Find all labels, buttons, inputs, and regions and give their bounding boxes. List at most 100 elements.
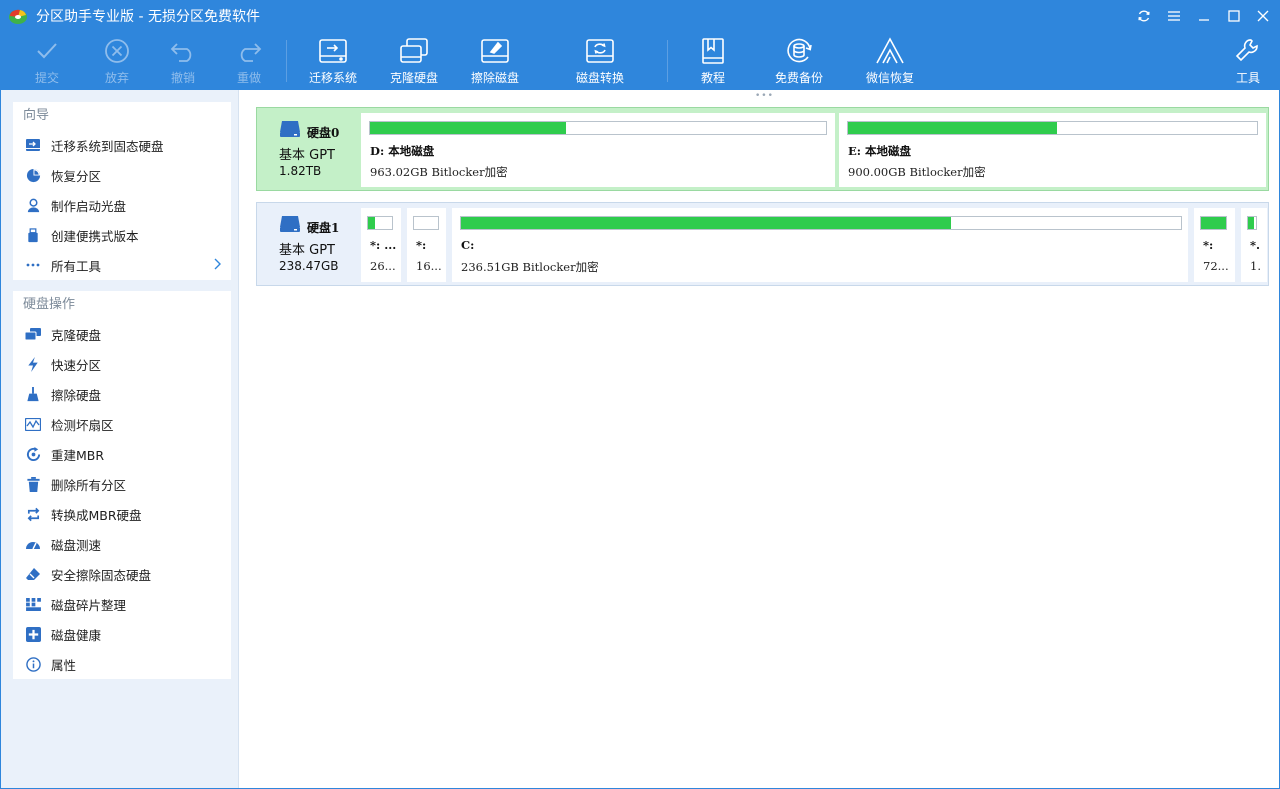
sidebar-item-secure-erase-ssd[interactable]: 安全擦除固态硬盘 <box>13 559 231 589</box>
usage-fill <box>461 217 951 229</box>
close-button[interactable] <box>1250 4 1276 28</box>
submit-button[interactable]: 提交 <box>30 36 64 88</box>
refresh-button[interactable] <box>1131 4 1157 28</box>
sidebar-item-all-tools[interactable]: 所有工具 <box>13 250 231 280</box>
wizard-panel: 向导 迁移系统到固态硬盘 恢复分区 制作启动光盘 创建便携式版本 所有工具 <box>13 102 231 280</box>
cancel-circle-icon <box>105 39 129 63</box>
disk-info: 硬盘1 基本 GPT 238.47GB <box>257 203 361 285</box>
usage-bar <box>413 216 439 230</box>
partition-recovery-1[interactable]: *: 72... <box>1194 208 1235 282</box>
sidebar-item-label: 恢复分区 <box>51 168 102 184</box>
info-icon <box>25 656 41 672</box>
wechat-label: 微信恢复 <box>865 71 914 85</box>
minimize-icon <box>1199 19 1209 21</box>
disk-type: 基本 GPT <box>279 148 335 163</box>
sidebar-item-rebuild-mbr[interactable]: 重建MBR <box>13 439 231 469</box>
close-icon <box>1257 10 1269 22</box>
maximize-button[interactable] <box>1221 4 1247 28</box>
clone-label: 克隆硬盘 <box>389 71 438 85</box>
sidebar-item-defragment[interactable]: 磁盘碎片整理 <box>13 589 231 619</box>
broom-icon <box>27 386 39 401</box>
rebuild-icon <box>26 446 40 461</box>
hard-disk-icon <box>280 121 300 137</box>
redo-button[interactable]: 重做 <box>232 36 266 88</box>
discard-button[interactable]: 放弃 <box>100 36 134 88</box>
sidebar-item-label: 属性 <box>51 657 77 673</box>
partition-system-1[interactable]: *: ... 26... <box>361 208 401 282</box>
discard-label: 放弃 <box>104 71 129 85</box>
disk-row-0[interactable]: 硬盘0 基本 GPT 1.82TB D: 本地磁盘 963.02GB Bitlo… <box>256 107 1269 191</box>
sidebar-item-wipe-disk[interactable]: 擦除硬盘 <box>13 379 231 409</box>
clone-disk-icon <box>25 327 41 340</box>
refresh-icon <box>1138 10 1150 22</box>
sidebar-item-label: 制作启动光盘 <box>51 198 127 214</box>
tools-button[interactable]: 工具 <box>1234 36 1262 88</box>
pie-icon <box>26 168 40 182</box>
sidebar-item-recover-partition[interactable]: 恢复分区 <box>13 160 231 190</box>
disk-convert-button[interactable]: 磁盘转换 <box>572 36 628 88</box>
usage-fill <box>848 122 1057 134</box>
migrate-os-button[interactable]: 迁移系统 <box>305 36 361 88</box>
partition-info: 236.51GB Bitlocker加密 <box>461 260 599 274</box>
sidebar-item-label: 擦除硬盘 <box>51 387 102 403</box>
partition-recovery-2[interactable]: *. 1. <box>1241 208 1267 282</box>
partition-c[interactable]: C: 236.51GB Bitlocker加密 <box>452 208 1188 282</box>
partition-e[interactable]: E: 本地磁盘 900.00GB Bitlocker加密 <box>839 113 1266 187</box>
sidebar-item-label: 删除所有分区 <box>51 477 127 493</box>
wechat-recovery-button[interactable]: 微信恢复 <box>862 36 918 88</box>
menu-icon <box>1168 11 1180 21</box>
undo-icon <box>170 43 192 62</box>
resize-grip[interactable]: ••• <box>755 91 774 101</box>
usage-bar <box>1200 216 1227 230</box>
lightning-icon <box>28 356 38 372</box>
usage-bar <box>847 121 1258 135</box>
maximize-icon <box>1228 10 1240 22</box>
sidebar-item-label: 克隆硬盘 <box>51 327 102 343</box>
sidebar-item-disk-health[interactable]: 磁盘健康 <box>13 619 231 649</box>
speedometer-icon <box>26 542 40 550</box>
sidebar-item-properties[interactable]: 属性 <box>13 649 231 679</box>
ops-title: 硬盘操作 <box>23 297 76 312</box>
partition-d[interactable]: D: 本地磁盘 963.02GB Bitlocker加密 <box>361 113 835 187</box>
usb-icon <box>28 227 38 242</box>
sidebar-item-make-boot-disc[interactable]: 制作启动光盘 <box>13 190 231 220</box>
partition-label: C: <box>461 238 475 252</box>
wechat-recovery-icon <box>876 37 904 64</box>
redo-label: 重做 <box>236 71 261 85</box>
wipe-disk-button[interactable]: 擦除磁盘 <box>467 36 523 88</box>
partition-label: *: <box>416 238 427 252</box>
menu-button[interactable] <box>1161 4 1187 28</box>
free-backup-button[interactable]: 免费备份 <box>771 36 827 88</box>
toolbar: 提交 放弃 撤销 重做 迁移系统 克隆硬盘 擦除磁盘 磁盘转换 教程 免费备份 … <box>0 32 1280 90</box>
undo-button[interactable]: 撤销 <box>166 36 200 88</box>
app-logo-icon <box>9 9 27 24</box>
sidebar-item-label: 创建便携式版本 <box>51 228 139 244</box>
eraser-icon <box>26 568 40 580</box>
disk-type: 基本 GPT <box>279 243 335 258</box>
sidebar-item-delete-all-partitions[interactable]: 删除所有分区 <box>13 469 231 499</box>
tutorial-button[interactable]: 教程 <box>696 36 730 88</box>
sidebar-item-disk-speed-test[interactable]: 磁盘测速 <box>13 529 231 559</box>
sidebar-item-clone-disk[interactable]: 克隆硬盘 <box>13 319 231 349</box>
partition-reserved[interactable]: *: 16... <box>407 208 446 282</box>
migrate-icon <box>26 139 40 151</box>
sidebar-item-migrate-os-to-ssd[interactable]: 迁移系统到固态硬盘 <box>13 130 231 160</box>
clone-disk-icon <box>400 38 428 63</box>
sidebar-item-check-bad-sectors[interactable]: 检测坏扇区 <box>13 409 231 439</box>
undo-label: 撤销 <box>170 71 195 85</box>
minimize-button[interactable] <box>1191 4 1217 28</box>
clone-disk-button[interactable]: 克隆硬盘 <box>386 36 442 88</box>
tools-label: 工具 <box>1235 71 1260 85</box>
disk-row-1[interactable]: 硬盘1 基本 GPT 238.47GB *: ... 26... *: 16..… <box>256 202 1269 286</box>
sidebar-item-convert-to-mbr[interactable]: 转换成MBR硬盘 <box>13 499 231 529</box>
partition-label: D: 本地磁盘 <box>370 144 435 158</box>
convert-icon <box>27 507 39 521</box>
partition-label: *: ... <box>370 238 397 252</box>
usage-bar <box>460 216 1182 230</box>
sidebar-item-label: 快速分区 <box>51 357 102 373</box>
defrag-icon <box>25 597 41 611</box>
convert-label: 磁盘转换 <box>575 71 624 85</box>
sidebar-item-portable-version[interactable]: 创建便携式版本 <box>13 220 231 250</box>
sidebar-item-quick-partition[interactable]: 快速分区 <box>13 349 231 379</box>
sidebar-item-label: 磁盘碎片整理 <box>51 597 127 613</box>
